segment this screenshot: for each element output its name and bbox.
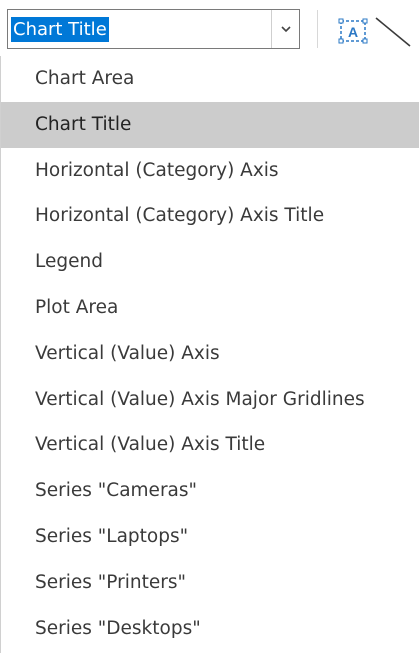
combo-value[interactable]: Chart Title — [11, 17, 109, 42]
combo-dropdown-button[interactable] — [271, 10, 299, 48]
svg-text:A: A — [348, 24, 358, 40]
toolbar-separator — [317, 10, 318, 48]
chart-elements-dropdown: Chart Title A Chart Area Chart Title Hor… — [0, 0, 419, 653]
list-item-series-laptops[interactable]: Series "Laptops" — [1, 514, 419, 560]
chart-elements-list: Chart Area Chart Title Horizontal (Categ… — [0, 56, 419, 653]
list-item-plot-area[interactable]: Plot Area — [1, 285, 419, 331]
chevron-down-icon — [280, 26, 291, 33]
list-item-legend[interactable]: Legend — [1, 239, 419, 285]
list-item-chart-area[interactable]: Chart Area — [1, 56, 419, 102]
diagonal-line-icon[interactable] — [372, 14, 412, 48]
text-box-a-icon[interactable]: A — [338, 17, 368, 45]
list-item-series-printers[interactable]: Series "Printers" — [1, 560, 419, 606]
list-item-vertical-axis[interactable]: Vertical (Value) Axis — [1, 331, 419, 377]
list-item-series-desktops[interactable]: Series "Desktops" — [1, 606, 419, 652]
list-item-vertical-axis-major-gridlines[interactable]: Vertical (Value) Axis Major Gridlines — [1, 377, 419, 423]
chart-elements-combo[interactable]: Chart Title — [7, 9, 300, 49]
list-item-chart-title[interactable]: Chart Title — [1, 101, 419, 148]
list-item-vertical-axis-title[interactable]: Vertical (Value) Axis Title — [1, 422, 419, 468]
list-item-horizontal-axis-title[interactable]: Horizontal (Category) Axis Title — [1, 193, 419, 239]
list-item-series-cameras[interactable]: Series "Cameras" — [1, 468, 419, 514]
list-item-horizontal-axis[interactable]: Horizontal (Category) Axis — [1, 148, 419, 194]
